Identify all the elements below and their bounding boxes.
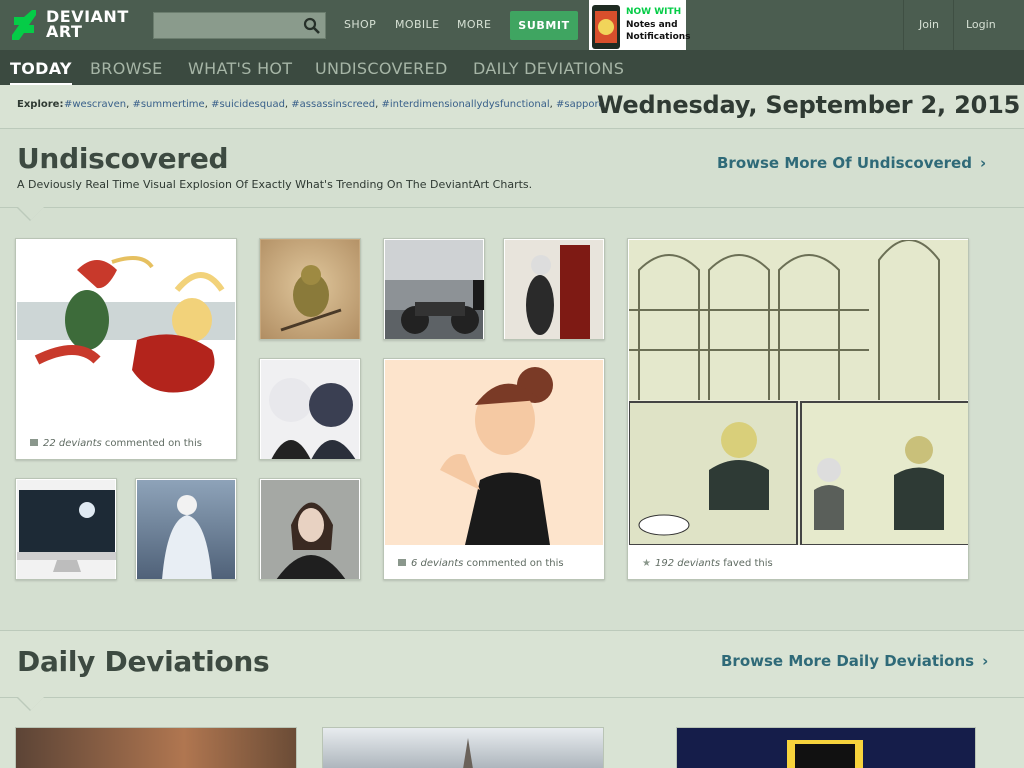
thumb-couple[interactable] — [503, 238, 605, 340]
thumb-girl-bun[interactable]: 6 deviants commented on this — [383, 358, 605, 580]
browse-more-undiscovered-link[interactable]: Browse More Of Undiscovered › — [717, 154, 986, 172]
deviantart-logo-icon — [12, 10, 36, 40]
top-bar: DEVIANT ART SHOP MOBILE MORE SUBMIT NOW … — [0, 0, 1024, 50]
search-icon[interactable] — [303, 17, 321, 35]
nav-more[interactable]: MORE — [457, 18, 491, 31]
join-link[interactable]: Join — [919, 18, 939, 31]
daily-thumb-1[interactable] — [15, 727, 297, 768]
deviantart-logo[interactable]: DEVIANT ART — [12, 8, 132, 42]
divider — [953, 0, 954, 50]
daily-deviations-title: Daily Deviations — [17, 645, 270, 678]
section-notch-inner — [17, 696, 45, 710]
artwork-image — [628, 239, 968, 546]
artwork-image — [385, 360, 603, 545]
thumb-dark-coat[interactable] — [259, 478, 361, 580]
chevron-right-icon: › — [979, 154, 987, 172]
search-box[interactable] — [153, 12, 326, 39]
star-icon: ★ — [642, 558, 651, 569]
tab-browse[interactable]: BROWSE — [90, 59, 163, 78]
artwork-image — [17, 480, 116, 579]
thumb-fighters[interactable]: 22 deviants commented on this — [15, 238, 237, 460]
nav-shop[interactable]: SHOP — [344, 18, 376, 31]
tab-whats-hot[interactable]: WHAT'S HOT — [188, 59, 292, 78]
tag-link[interactable]: #summertime — [132, 99, 204, 110]
undiscovered-title: Undiscovered — [17, 142, 229, 175]
explore-bar: Explore: #wescraven, #summertime, #suici… — [0, 85, 1024, 129]
nav-mobile[interactable]: MOBILE — [395, 18, 439, 31]
tag-link[interactable]: #wescraven — [64, 99, 126, 110]
thumb-motorcycle[interactable] — [383, 238, 485, 340]
artwork-image — [17, 240, 235, 398]
tag-link[interactable]: #interdimensionallydysfunctional — [381, 99, 549, 110]
submit-button[interactable]: SUBMIT — [510, 11, 578, 40]
tag-link[interactable]: #suicidesquad — [211, 99, 285, 110]
browse-more-undiscovered-label: Browse More Of Undiscovered — [717, 154, 972, 172]
artwork-image — [261, 240, 359, 339]
phone-image — [592, 5, 620, 49]
chevron-right-icon: › — [982, 652, 989, 670]
current-date: Wednesday, September 2, 2015 — [597, 91, 1021, 119]
artwork-image — [385, 240, 484, 339]
artwork-image — [137, 480, 235, 579]
promo-line-2: Notes and — [626, 20, 678, 30]
tab-undiscovered[interactable]: UNDISCOVERED — [315, 59, 448, 78]
section-notch-inner — [17, 206, 45, 220]
comment-caption: 6 deviants commented on this — [398, 558, 564, 569]
comment-caption: 22 deviants commented on this — [30, 438, 202, 449]
login-link[interactable]: Login — [966, 18, 996, 31]
explore-tags: #wescraven, #summertime, #suicidesquad, … — [64, 99, 605, 110]
thumb-bird[interactable] — [259, 238, 361, 340]
comment-icon — [30, 439, 38, 446]
explore-label: Explore: — [17, 99, 64, 110]
tab-today[interactable]: TODAY — [10, 59, 72, 86]
artwork-image — [261, 360, 359, 459]
search-input[interactable] — [154, 13, 299, 38]
daily-thumb-2[interactable] — [322, 727, 604, 768]
section-divider — [0, 207, 1024, 208]
browse-more-daily-link[interactable]: Browse More Daily Deviations › — [721, 652, 988, 670]
mobile-app-promo[interactable]: NOW WITH Notes and Notifications — [589, 0, 691, 50]
section-tab-bar: TODAY BROWSE WHAT'S HOT UNDISCOVERED DAI… — [0, 50, 1024, 86]
thumb-white-dress[interactable] — [135, 478, 237, 580]
browse-more-daily-label: Browse More Daily Deviations — [721, 652, 975, 670]
artwork-image — [261, 480, 359, 579]
divider — [903, 0, 904, 50]
section-divider — [0, 697, 1024, 698]
tag-link[interactable]: #assassinscreed — [291, 99, 375, 110]
tab-daily-deviations[interactable]: DAILY DEVIATIONS — [473, 59, 624, 78]
undiscovered-subtitle: A Deviously Real Time Visual Explosion O… — [17, 178, 533, 191]
artwork-image — [505, 240, 603, 339]
promo-line-3: Notifications — [626, 32, 691, 42]
daily-thumb-3[interactable] — [676, 727, 976, 768]
thumb-anime-duo[interactable] — [259, 358, 361, 460]
logo-text-art: ART — [46, 22, 83, 41]
comment-icon — [398, 559, 406, 566]
thumb-monitor[interactable] — [15, 478, 117, 580]
promo-headline: NOW WITH — [626, 7, 682, 17]
thumb-library-comic[interactable]: ★ 192 deviants faved this — [627, 238, 969, 580]
faved-caption: ★ 192 deviants faved this — [642, 558, 773, 569]
